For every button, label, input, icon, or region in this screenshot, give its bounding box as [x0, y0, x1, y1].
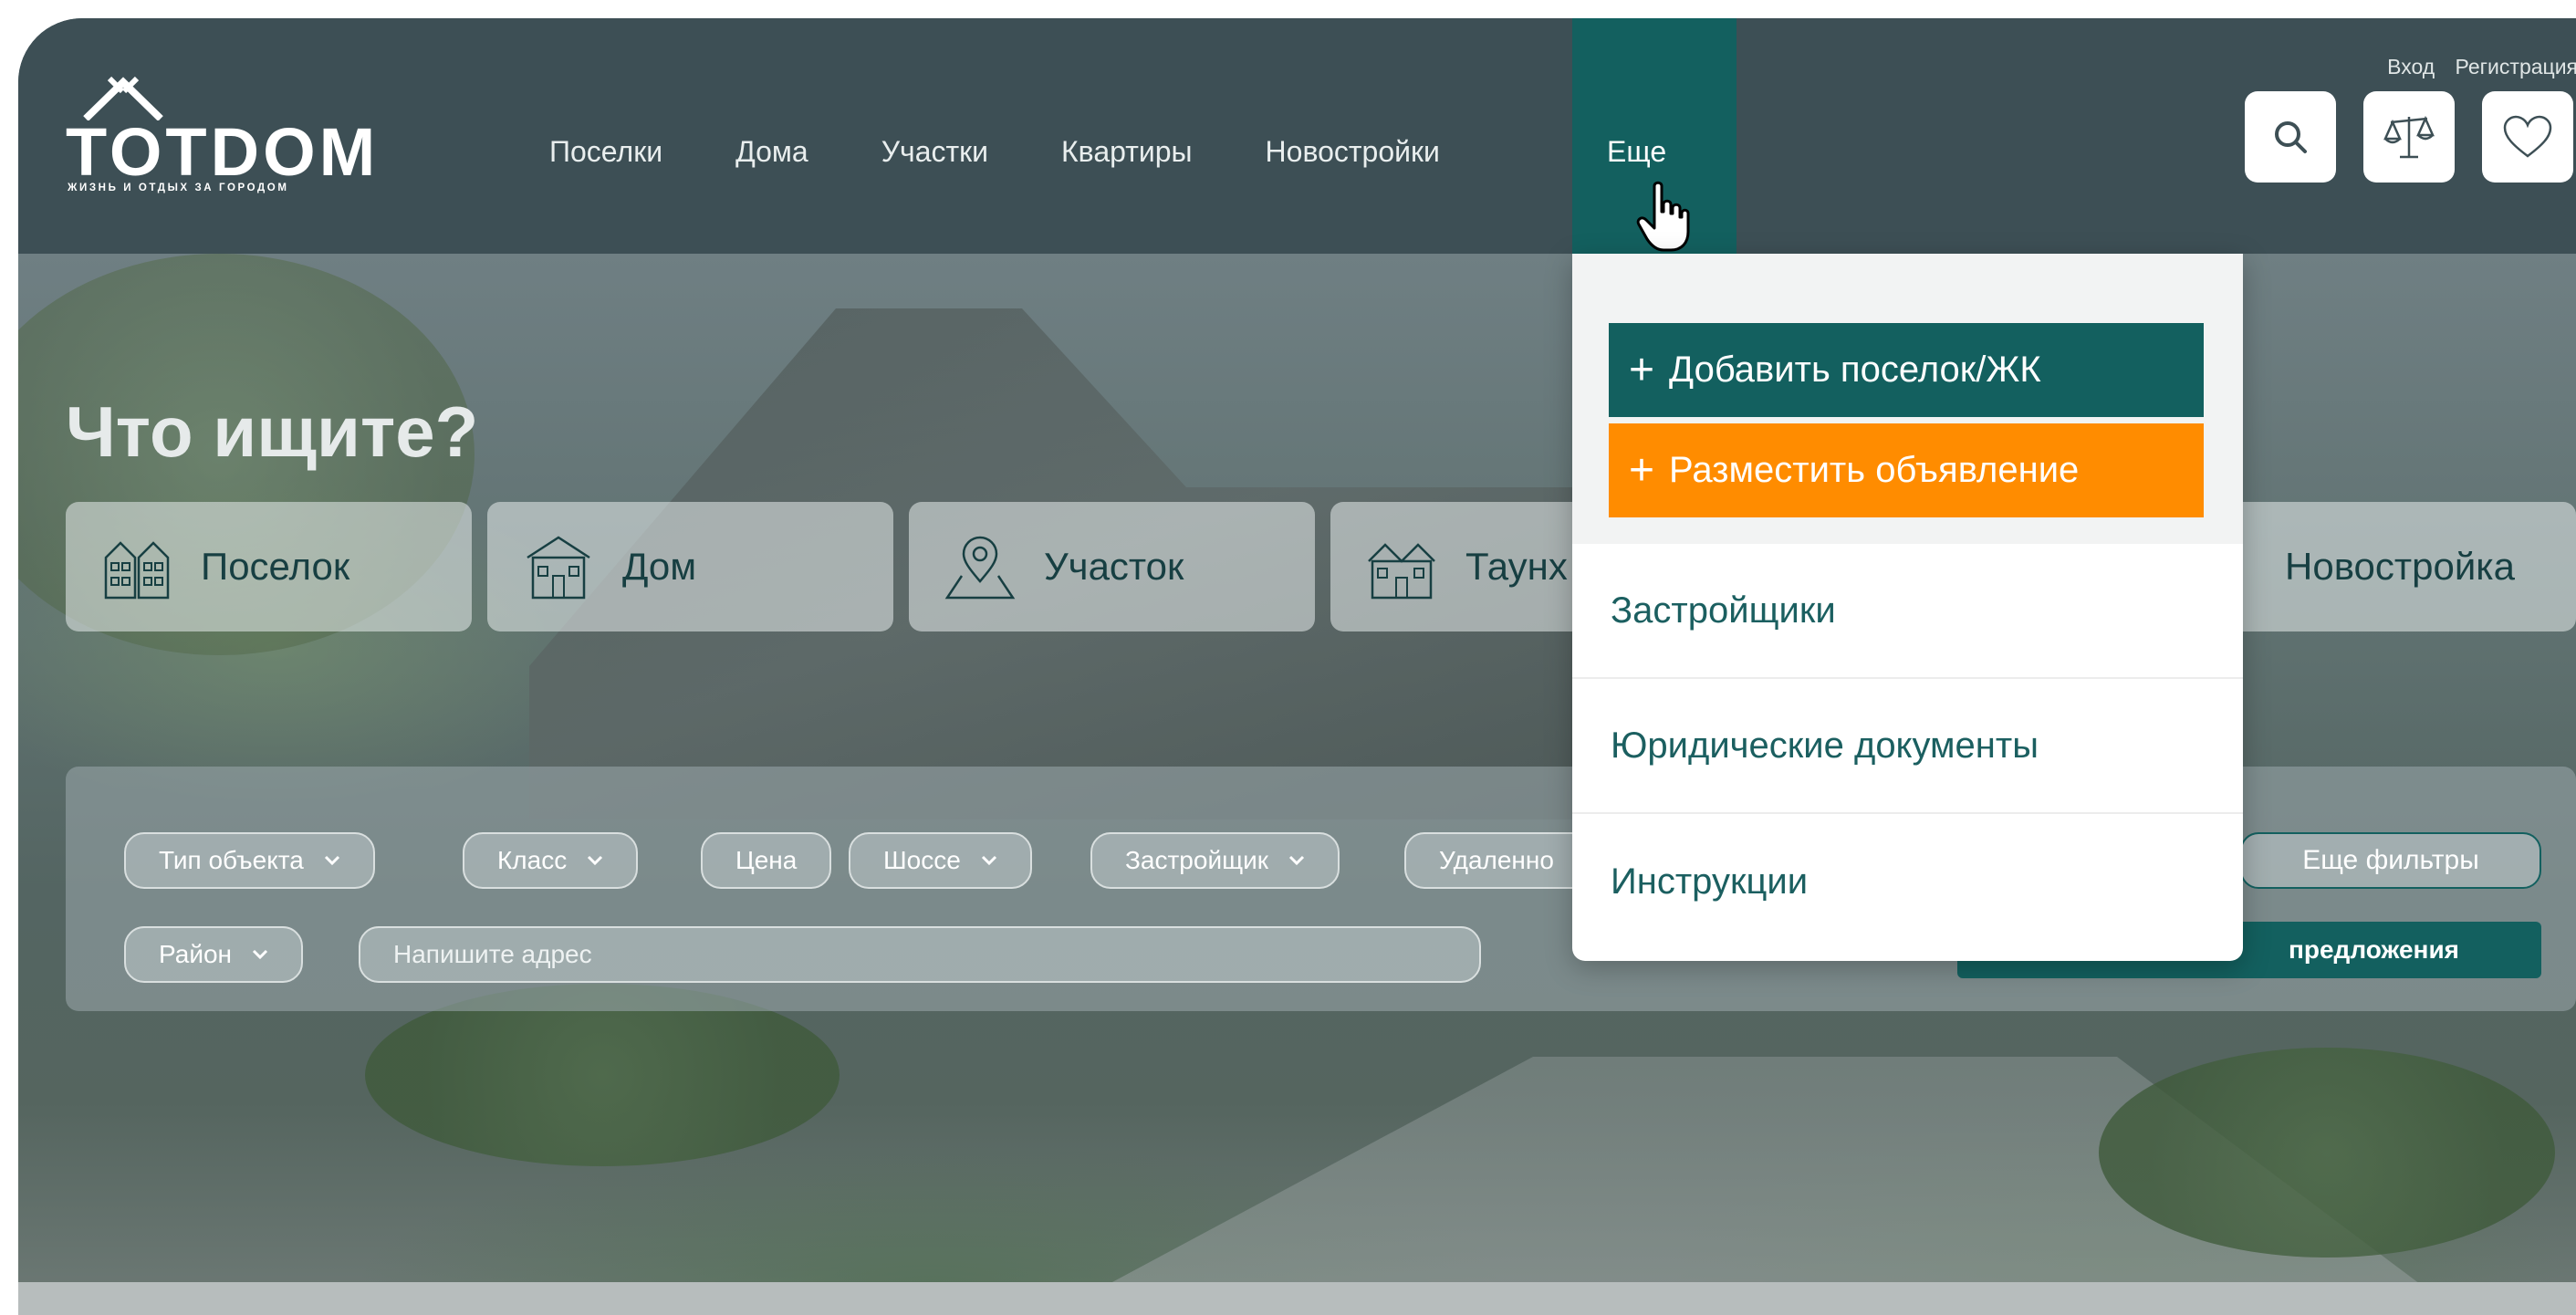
page-frame: TOTDOM ЖИЗНЬ И ОТДЫХ ЗА ГОРОДОМ Поселки …: [18, 18, 2576, 1315]
hero-title: Что ищите?: [66, 391, 479, 472]
auth-links: Вход Регистрация: [2373, 55, 2576, 79]
filter-price[interactable]: Цена: [701, 832, 832, 889]
compare-button[interactable]: [2363, 91, 2455, 183]
logo-tagline: ЖИЗНЬ И ОТДЫХ ЗА ГОРОДОМ: [68, 183, 289, 193]
category-label: Дом: [622, 545, 697, 588]
chevron-down-icon: [1288, 855, 1305, 866]
nav-item-villages[interactable]: Поселки: [549, 135, 662, 169]
top-navigation-bar: TOTDOM ЖИЗНЬ И ОТДЫХ ЗА ГОРОДОМ Поселки …: [18, 18, 2576, 254]
search-icon: [2275, 121, 2307, 153]
chevron-down-icon: [324, 855, 339, 866]
hero-bush-image: [365, 984, 840, 1166]
category-label: Таунх: [1465, 545, 1568, 588]
townhouse-icon: [1368, 543, 1435, 600]
favorites-button[interactable]: [2482, 91, 2573, 183]
filter-highway[interactable]: Шоссе: [849, 832, 1032, 889]
bottom-section-edge: [18, 1282, 2576, 1315]
category-label: Новостройка: [2285, 545, 2515, 588]
chevron-down-icon: [981, 855, 996, 866]
filter-label: Тип объекта: [159, 846, 304, 874]
dropdown-item-label: Юридические документы: [1611, 725, 2039, 766]
filter-label: Застройщик: [1125, 846, 1269, 874]
search-button[interactable]: [2245, 91, 2336, 183]
scales-icon: [2383, 115, 2435, 159]
address-placeholder: Напишите адрес: [393, 940, 592, 968]
main-nav: Поселки Дома Участки Квартиры Новостройк…: [549, 135, 1513, 169]
filter-label: Цена: [735, 846, 798, 874]
filter-label: Класс: [497, 846, 568, 874]
dropdown-item-legal-documents[interactable]: Юридические документы: [1572, 679, 2243, 814]
location-pin-icon: [944, 536, 1016, 600]
login-link[interactable]: Вход: [2387, 55, 2435, 78]
category-new-building[interactable]: Новостройка: [2208, 502, 2576, 631]
category-label: Поселок: [201, 545, 350, 588]
nav-more-label: Еще: [1607, 135, 1667, 168]
plus-icon: +: [1629, 445, 1655, 495]
post-listing-label: Разместить объявление: [1669, 450, 2080, 490]
filter-label: Удаленно: [1439, 846, 1554, 874]
site-logo[interactable]: TOTDOM ЖИЗНЬ И ОТДЫХ ЗА ГОРОДОМ: [66, 73, 431, 193]
filter-developer[interactable]: Застройщик: [1090, 832, 1340, 889]
nav-item-houses[interactable]: Дома: [735, 135, 808, 169]
logo-wordmark: TOTDOM: [66, 114, 380, 190]
more-dropdown-menu: + Добавить поселок/ЖК + Разместить объяв…: [1572, 254, 2243, 961]
dropdown-item-developers[interactable]: Застройщики: [1572, 544, 2243, 679]
category-house[interactable]: Дом: [487, 502, 893, 631]
more-filters-button[interactable]: Еще фильтры: [2240, 832, 2541, 889]
filter-class[interactable]: Класс: [463, 832, 639, 889]
register-link[interactable]: Регистрация: [2456, 55, 2576, 78]
add-village-label: Добавить поселок/ЖК: [1669, 350, 2041, 390]
post-listing-button[interactable]: + Разместить объявление: [1609, 423, 2204, 517]
nav-item-new-buildings[interactable]: Новостройки: [1266, 135, 1440, 169]
house-icon: [527, 536, 590, 600]
chevron-down-icon: [252, 949, 268, 960]
nav-item-more[interactable]: Еще: [1572, 18, 1736, 254]
filter-district[interactable]: Район: [124, 926, 303, 983]
more-filters-label: Еще фильтры: [2302, 845, 2479, 875]
village-icon: [104, 541, 170, 600]
category-label: Участок: [1044, 545, 1184, 588]
filter-label: Район: [159, 940, 232, 968]
add-village-button[interactable]: + Добавить поселок/ЖК: [1609, 323, 2204, 417]
show-offers-label: предложения: [2288, 935, 2459, 964]
address-input[interactable]: Напишите адрес: [359, 926, 1481, 983]
dropdown-item-label: Инструкции: [1611, 861, 1809, 902]
category-village[interactable]: Поселок: [66, 502, 472, 631]
category-townhouse[interactable]: Таунх: [1330, 502, 1604, 631]
chevron-down-icon: [588, 855, 603, 866]
category-plot[interactable]: Участок: [909, 502, 1315, 631]
nav-item-plots[interactable]: Участки: [881, 135, 988, 169]
filter-label: Шоссе: [883, 846, 961, 874]
dropdown-item-label: Застройщики: [1611, 590, 1836, 631]
dropdown-item-instructions[interactable]: Инструкции: [1572, 814, 2243, 949]
hand-cursor-icon: [1636, 181, 1690, 252]
nav-item-apartments[interactable]: Квартиры: [1061, 135, 1193, 169]
plus-icon: +: [1629, 345, 1655, 394]
filter-object-type[interactable]: Тип объекта: [124, 832, 375, 889]
heart-icon: [2503, 115, 2552, 158]
hero-bush-image: [2099, 1048, 2555, 1258]
